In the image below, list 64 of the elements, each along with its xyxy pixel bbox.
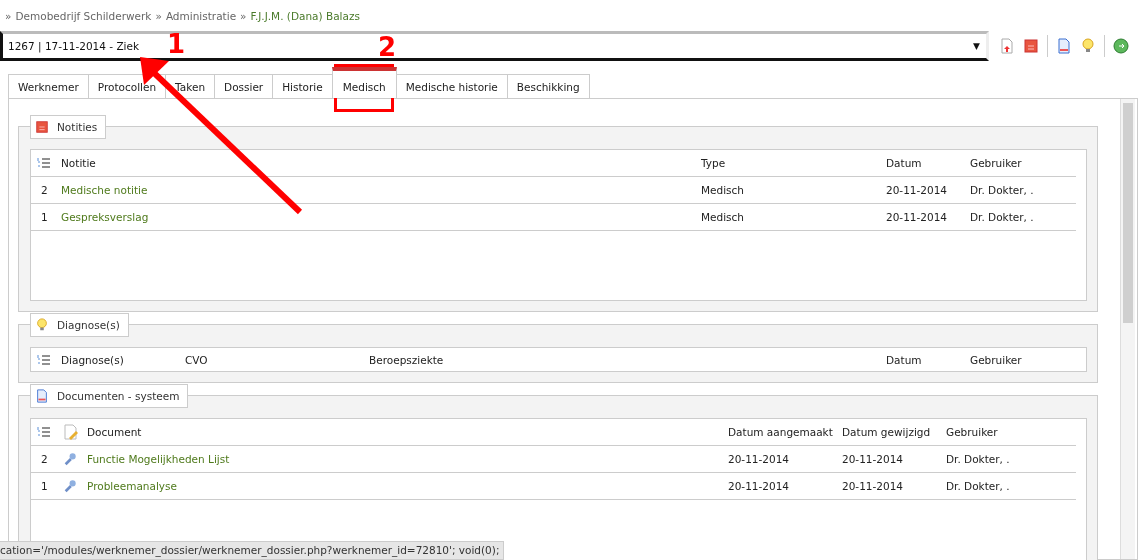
table-cell-text: Medisch <box>701 211 745 223</box>
column-header: CVO <box>185 353 209 366</box>
breadcrumb-link[interactable]: Administratie <box>165 9 237 22</box>
annotation-number: 1 <box>167 31 186 57</box>
document-upload-icon[interactable] <box>999 38 1015 54</box>
table-cell-text: 20-11-2014 <box>842 453 905 465</box>
table-cell-text: Dr. Dokter, . <box>946 453 1011 465</box>
numbered-list-icon[interactable] <box>37 353 51 366</box>
section-legend: Diagnose(s) <box>30 313 129 337</box>
row-number: 1 <box>40 480 49 492</box>
table-cell-text: 20-11-2014 <box>842 480 905 492</box>
lightbulb-icon[interactable] <box>1080 38 1096 54</box>
table-cell-text: Dr. Dokter, . <box>946 480 1011 492</box>
breadcrumb-separator: » <box>155 9 162 22</box>
breadcrumb-separator: » <box>240 9 247 22</box>
table-cell-text: 20-11-2014 <box>886 184 949 196</box>
table-cell-text: Medisch <box>701 184 745 196</box>
column-header: Datum <box>886 157 923 169</box>
note-link[interactable]: Gespreksverslag <box>61 211 701 223</box>
column-header: Beroepsziekte <box>369 353 445 366</box>
numbered-list-icon[interactable] <box>37 157 51 169</box>
column-header: Datum <box>886 353 923 366</box>
wrench-icon <box>63 479 77 493</box>
document-pencil-icon <box>63 424 79 440</box>
numbered-list-icon[interactable] <box>37 426 51 438</box>
globe-icon[interactable] <box>1113 38 1129 54</box>
document-link[interactable]: Functie Mogelijkheden Lijst <box>87 453 728 465</box>
column-header: Notitie <box>61 157 97 169</box>
row-number: 2 <box>40 184 49 196</box>
document-icon[interactable] <box>1056 38 1072 54</box>
table-cell-text: Dr. Dokter, . <box>970 184 1035 196</box>
table-cell-text: 20-11-2014 <box>728 453 791 465</box>
document-icon <box>35 388 49 404</box>
status-bar: cation='/modules/werknemer_dossier/werknemer_dossier.php?werknemer_id=72810'; void(0); <box>0 541 505 560</box>
tab[interactable]: Medisch <box>331 67 397 98</box>
lightbulb-icon <box>35 318 49 332</box>
notes-icon <box>35 120 49 134</box>
column-header: Datum aangemaakt <box>728 426 834 438</box>
table-cell-text: 20-11-2014 <box>886 211 949 223</box>
annotation-number: 2 <box>378 34 397 60</box>
column-header: Type <box>701 157 727 169</box>
note-link[interactable]: Medische notitie <box>61 184 701 196</box>
breadcrumb-link[interactable]: F.J.J.M. (Dana) Balazs <box>250 9 360 22</box>
highlight-box <box>334 64 394 112</box>
breadcrumb-separator: » <box>5 9 12 22</box>
column-header: Gebruiker <box>970 353 1023 366</box>
column-header: Gebruiker <box>970 157 1023 169</box>
breadcrumb-link[interactable]: Demobedrijf Schilderwerk <box>15 9 152 22</box>
notes-icon[interactable] <box>1023 38 1039 54</box>
column-header: Datum gewijzigd <box>842 426 932 438</box>
table-cell-text: Dr. Dokter, . <box>970 211 1035 223</box>
tab[interactable]: Werknemer <box>8 74 89 98</box>
column-header: Gebruiker <box>946 426 999 438</box>
document-link[interactable]: Probleemanalyse <box>87 480 728 492</box>
section-legend: Documenten - systeem <box>30 384 189 408</box>
row-number: 2 <box>40 453 49 465</box>
section-legend: Notities <box>30 115 107 139</box>
wrench-icon <box>63 452 77 466</box>
column-header: Diagnose(s) <box>61 353 125 366</box>
table-cell-text: 20-11-2014 <box>728 480 791 492</box>
scrollbar[interactable] <box>1120 99 1135 559</box>
tab[interactable]: Beschikking <box>506 74 590 98</box>
column-header: Document <box>87 426 143 438</box>
row-number: 1 <box>40 211 49 223</box>
